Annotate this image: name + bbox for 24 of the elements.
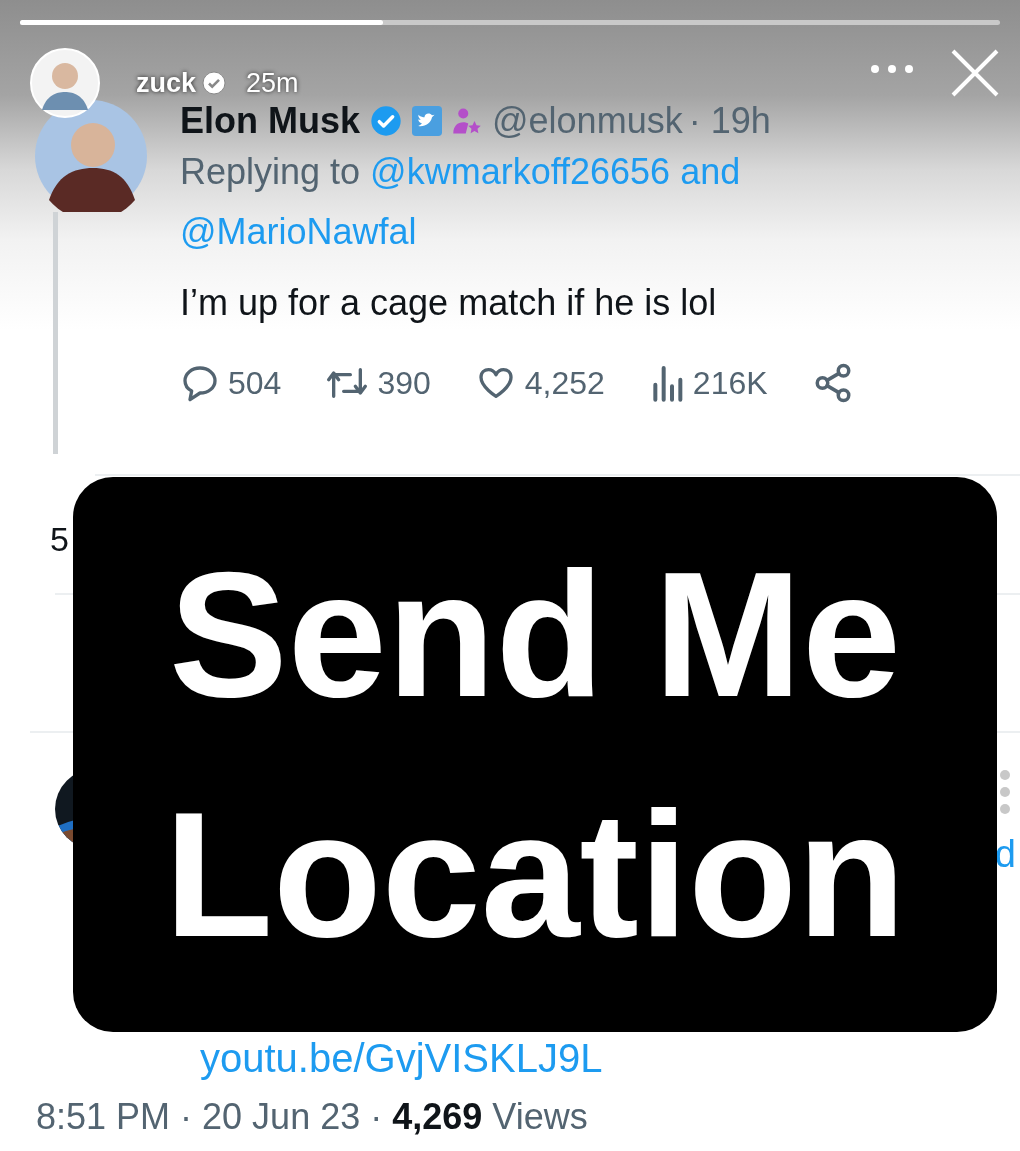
sticker-text: Send Me Location — [163, 533, 907, 976]
post-time: · 19h — [688, 100, 771, 142]
partial-link[interactable]: d — [994, 833, 1016, 876]
author-name[interactable]: Elon Musk — [180, 100, 361, 142]
stat-count: 390 — [377, 364, 431, 402]
story-username[interactable]: zuck — [136, 67, 197, 99]
post-timestamp: 8:51 PM · 20 Jun 23 · 4,269 Views — [36, 1096, 589, 1138]
mention-link[interactable]: @MarioNawfal — [180, 202, 417, 262]
reply-icon[interactable] — [180, 363, 220, 403]
bird-badge-icon — [412, 106, 443, 136]
replying-to-label: Replying to — [180, 150, 361, 194]
avatar[interactable] — [34, 100, 147, 212]
person-star-icon — [452, 106, 483, 136]
tweet-text: I’m up for a cage match if he is lol — [180, 282, 718, 324]
more-icon[interactable] — [870, 64, 914, 74]
mention-link[interactable]: @kwmarkoff26656 and — [370, 142, 741, 202]
stat-count: 216K — [692, 364, 768, 402]
close-icon[interactable] — [950, 48, 1000, 98]
stat-count: 4,252 — [524, 364, 605, 402]
stat-count: 504 — [228, 364, 282, 402]
partial-text: 5 — [50, 520, 69, 559]
story-time: 25m — [246, 67, 299, 99]
video-link[interactable]: youtu.be/GvjVISKLJ9L — [200, 1038, 603, 1078]
author-handle[interactable]: @elonmusk — [492, 100, 683, 142]
